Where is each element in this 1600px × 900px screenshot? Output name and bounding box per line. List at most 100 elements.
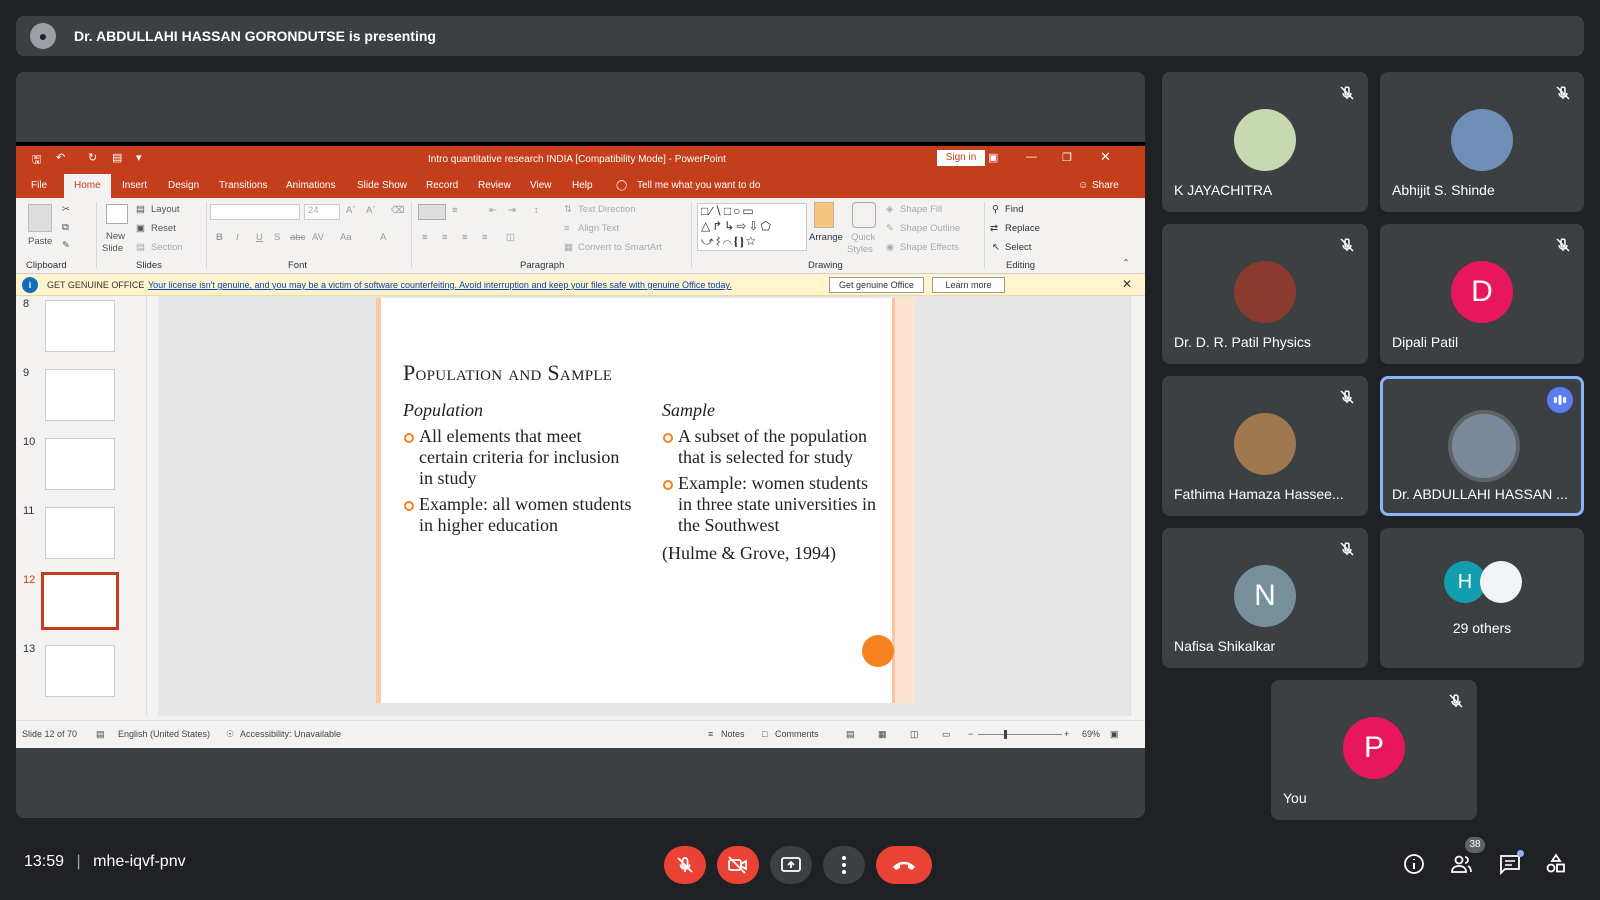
participant-tile[interactable]: D Dipali Patil [1380, 224, 1584, 364]
more-options-button[interactable] [823, 846, 865, 884]
spellcheck-icon[interactable]: ▤ [96, 729, 105, 740]
layout-button[interactable]: Layout [151, 204, 180, 215]
slide-thumb-10[interactable] [45, 438, 115, 490]
slide-thumb-8[interactable] [45, 300, 115, 352]
share-icon[interactable]: ☺ [1078, 180, 1088, 191]
slide-thumb-9[interactable] [45, 369, 115, 421]
text-direction-button[interactable]: Text Direction [578, 204, 636, 215]
quick-styles-icon[interactable] [852, 202, 876, 228]
meeting-details-icon[interactable] [1402, 852, 1426, 876]
reading-view-icon[interactable]: ◫ [910, 729, 919, 740]
learn-more-button[interactable]: Learn more [932, 277, 1005, 293]
menu-record[interactable]: Record [426, 180, 458, 191]
arrange-icon[interactable] [814, 202, 834, 228]
restore-icon[interactable]: ❐ [1062, 151, 1072, 164]
cut-icon[interactable]: ✂ [62, 204, 70, 215]
self-tile[interactable]: P You [1271, 680, 1477, 820]
language-status[interactable]: English (United States) [118, 729, 210, 739]
others-tile[interactable]: H 29 others [1380, 528, 1584, 668]
zoom-level[interactable]: 69% [1082, 729, 1100, 739]
align-text-button[interactable]: Align Text [578, 223, 619, 234]
get-genuine-office-button[interactable]: Get genuine Office [829, 277, 924, 293]
new-slide-icon[interactable] [106, 204, 128, 224]
columns-icon[interactable]: ◫ [506, 232, 515, 243]
line-spacing-icon[interactable]: ↕ [534, 205, 539, 216]
fit-slide-icon[interactable]: ▣ [1110, 729, 1119, 740]
bold-icon[interactable]: B [216, 232, 223, 243]
notes-button[interactable]: Notes [721, 729, 745, 739]
font-color-icon[interactable]: A [380, 232, 386, 243]
shadow-icon[interactable]: S [274, 232, 280, 243]
bullets-icon[interactable] [418, 204, 446, 220]
justify-icon[interactable]: ≡ [482, 232, 488, 243]
shape-fill-button[interactable]: Shape Fill [900, 204, 942, 215]
menu-slide-show[interactable]: Slide Show [357, 180, 407, 191]
save-icon[interactable]: 🖫 [32, 151, 41, 170]
slide-thumb-12[interactable] [41, 572, 119, 630]
shape-outline-button[interactable]: Shape Outline [900, 223, 960, 234]
undo-icon[interactable]: ↶ [56, 151, 65, 164]
redo-icon[interactable]: ↻ [88, 151, 97, 164]
menu-file[interactable]: File [31, 180, 47, 191]
select-button[interactable]: Select [1005, 242, 1031, 253]
shape-effects-button[interactable]: Shape Effects [900, 242, 959, 253]
customize-icon[interactable]: ▾ [136, 151, 142, 164]
menu-transitions[interactable]: Transitions [219, 180, 268, 191]
current-slide[interactable]: Population and Sample Population All ele… [376, 298, 914, 703]
find-button[interactable]: Find [1005, 204, 1023, 215]
menu-view[interactable]: View [530, 180, 552, 191]
menu-home[interactable]: Home [64, 174, 111, 198]
leave-call-button[interactable] [876, 846, 932, 884]
present-icon[interactable]: ▤ [112, 151, 122, 164]
quick-styles-label[interactable]: Quick [851, 232, 875, 243]
slide-thumb-11[interactable] [45, 507, 115, 559]
comments-button[interactable]: Comments [775, 729, 819, 739]
normal-view-icon[interactable]: ▤ [846, 729, 855, 740]
new-slide-label2[interactable]: Slide [102, 243, 123, 254]
slide-thumb-13[interactable] [45, 645, 115, 697]
participant-tile[interactable]: K JAYACHITRA [1162, 72, 1368, 212]
present-screen-button[interactable] [770, 846, 812, 884]
shrink-font-icon[interactable]: Aˇ [366, 205, 376, 216]
italic-icon[interactable]: I [236, 232, 239, 243]
align-center-icon[interactable]: ≡ [442, 232, 448, 243]
quick-styles-label2[interactable]: Styles [847, 244, 873, 255]
underline-icon[interactable]: U [256, 232, 263, 243]
shapes-gallery[interactable]: □∕∖□○▭ △↱↳⇨⇩⬠ ⤻⌇⌒❴❵☆ [697, 203, 807, 251]
sign-in-button[interactable]: Sign in [937, 150, 985, 166]
close-icon[interactable]: ✕ [1100, 149, 1111, 165]
char-spacing-icon[interactable]: AV [312, 232, 324, 243]
font-size-input[interactable]: 24 [304, 204, 340, 220]
collapse-ribbon-icon[interactable]: ⌃ [1122, 258, 1130, 269]
change-case-icon[interactable]: Aa [340, 232, 352, 243]
format-painter-icon[interactable]: ✎ [62, 240, 70, 251]
participant-tile[interactable]: N Nafisa Shikalkar [1162, 528, 1368, 668]
new-slide-label[interactable]: New [106, 231, 125, 242]
zoom-slider[interactable] [978, 734, 1062, 735]
tell-me-search[interactable]: Tell me what you want to do [637, 180, 760, 191]
license-message-link[interactable]: Your license isn't genuine, and you may … [148, 280, 732, 290]
menu-design[interactable]: Design [168, 180, 199, 191]
grow-font-icon[interactable]: Aˆ [346, 205, 356, 216]
zoom-in-icon[interactable]: + [1064, 729, 1069, 739]
replace-button[interactable]: Replace [1005, 223, 1040, 234]
reset-button[interactable]: Reset [151, 223, 176, 234]
copy-icon[interactable]: ⧉ [62, 222, 69, 233]
align-right-icon[interactable]: ≡ [462, 232, 468, 243]
menu-insert[interactable]: Insert [122, 180, 147, 191]
mic-toggle-button[interactable] [664, 846, 706, 884]
thumbnail-scrollbar[interactable] [146, 296, 158, 716]
share-button[interactable]: Share [1092, 180, 1119, 191]
participant-tile[interactable]: Fathima Hamaza Hassee... [1162, 376, 1368, 516]
people-icon[interactable] [1450, 852, 1474, 876]
paste-icon[interactable] [28, 204, 52, 232]
camera-toggle-button[interactable] [717, 846, 759, 884]
section-button[interactable]: Section [151, 242, 183, 253]
menu-review[interactable]: Review [478, 180, 511, 191]
decrease-indent-icon[interactable]: ⇤ [489, 205, 497, 216]
convert-smartart-button[interactable]: Convert to SmartArt [578, 242, 662, 253]
zoom-out-icon[interactable]: − [968, 729, 973, 739]
arrange-button[interactable]: Arrange [809, 232, 843, 243]
participant-tile-speaking[interactable]: Dr. ABDULLAHI HASSAN ... [1380, 376, 1584, 516]
close-bar-icon[interactable]: ✕ [1122, 277, 1132, 291]
